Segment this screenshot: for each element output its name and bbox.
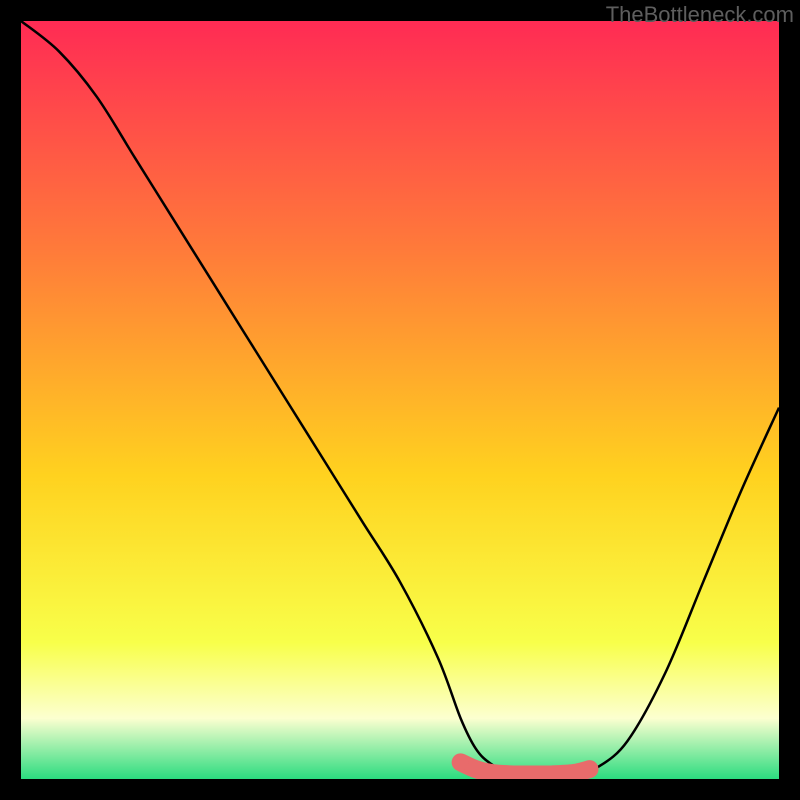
watermark-text: TheBottleneck.com bbox=[606, 2, 794, 28]
chart-background-gradient bbox=[21, 21, 779, 779]
chart-frame bbox=[21, 21, 779, 779]
optimal-region-start-marker bbox=[453, 754, 469, 770]
bottleneck-chart bbox=[21, 21, 779, 779]
